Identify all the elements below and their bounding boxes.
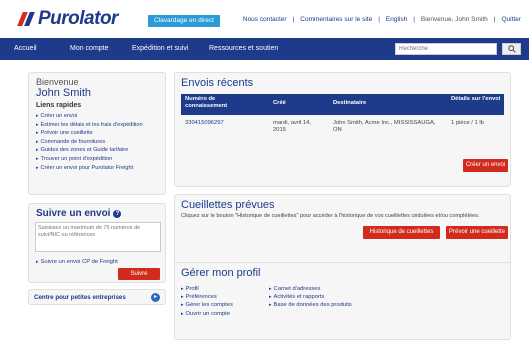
top-links: Nous contacter | Commentaires sur le sit… — [243, 16, 521, 23]
scheduled-pickups-panel: Cueillettes prévues Cliquez sur le bouto… — [174, 194, 511, 272]
nav-home[interactable]: Accueil — [14, 38, 37, 60]
profile-link[interactable]: Profil — [181, 285, 233, 293]
nav-shipping-tracking[interactable]: Expédition et suivi — [132, 38, 188, 60]
product-database-link[interactable]: Base de données des produits — [269, 301, 352, 309]
small-business-label: Centre pour petites entreprises — [34, 294, 126, 301]
quick-link-zone-guides[interactable]: Guides des zones et Guide tarifaire — [36, 146, 143, 155]
user-greeting: Bienvenue, John Smith — [420, 16, 488, 23]
separator: | — [292, 16, 295, 23]
tracking-number-input[interactable] — [35, 222, 161, 252]
arrow-right-icon: ▸ — [151, 293, 160, 302]
scheduled-pickups-title: Cueillettes prévues — [181, 199, 275, 211]
search-icon — [507, 45, 516, 53]
search-input[interactable] — [395, 43, 497, 55]
address-book-link[interactable]: Carnet d'adresses — [269, 285, 352, 293]
track-panel: Suivre un envoi ? Suivre un envoi CP de … — [28, 203, 166, 283]
live-chat-button[interactable]: Clavardage en direct — [148, 15, 220, 27]
logo-text: Purolator — [38, 8, 118, 29]
separator: | — [378, 16, 380, 23]
open-account-link[interactable]: Ouvrir un compte — [181, 310, 233, 318]
small-business-center[interactable]: Centre pour petites entreprises ▸ — [28, 289, 166, 305]
manage-profile-title: Gérer mon profil — [181, 267, 261, 279]
column-header-created: Créé — [273, 100, 286, 106]
separator: | — [413, 16, 415, 23]
language-link[interactable]: English — [386, 16, 407, 23]
search-button[interactable] — [502, 43, 521, 55]
quick-links-list: Créer un envoi Estimer les délais et les… — [36, 112, 143, 172]
profile-links-col1: Profil Préférences Gérer les comptes Ouv… — [181, 285, 233, 318]
track-button[interactable]: Suivre — [118, 268, 160, 280]
user-name: John Smith — [36, 87, 92, 99]
pickup-history-button[interactable]: Historique de cueillettes — [363, 226, 440, 239]
column-header-number: Numéro de connaissement — [185, 96, 228, 109]
schedule-pickup-button[interactable]: Prévoir une cueillette — [446, 226, 508, 239]
activities-reports-link[interactable]: Activités et rapports — [269, 293, 352, 301]
purolator-logo[interactable]: Purolator — [17, 8, 118, 30]
recent-shipments-title: Envois récents — [181, 77, 254, 89]
help-icon[interactable]: ? — [113, 209, 122, 218]
purolator-logo-icon — [17, 11, 36, 27]
separator: | — [493, 16, 496, 23]
welcome-panel: Bienvenue John Smith Liens rapides Créer… — [28, 72, 166, 195]
profile-links-col2: Carnet d'adresses Activités et rapports … — [269, 285, 352, 310]
shipment-number-link[interactable]: 330415096297 — [185, 120, 224, 127]
nav-resources-support[interactable]: Ressources et soutien — [209, 38, 278, 60]
manage-profile-panel: Gérer mon profil Profil Préférences Gére… — [174, 262, 511, 340]
nav-my-account[interactable]: Mon compte — [70, 38, 109, 60]
logout-link[interactable]: Quitter — [501, 16, 521, 23]
shipment-details: 1 pièce / 1 lb — [451, 120, 484, 126]
welcome-greeting: Bienvenue — [36, 77, 79, 87]
shipments-table-header: Numéro de connaissement Créé Destinatair… — [181, 94, 504, 115]
column-header-details: Détails sur l'envoi — [451, 96, 501, 102]
shipment-created: mardi, avril 14, 2015 — [273, 120, 312, 133]
track-freight-link[interactable]: Suivre un envoi CP de Freight — [36, 259, 118, 265]
shipment-recipient: John Smith, Acme Inc., MISSISSAUGA, ON — [333, 120, 436, 133]
pickups-description: Cliquez sur le bouton "Historique de cue… — [181, 213, 480, 219]
create-shipment-button[interactable]: Créer un envoi — [463, 159, 508, 172]
main-nav: Accueil Mon compte Expédition et suivi R… — [0, 38, 529, 60]
table-row: 330415096297 mardi, avril 14, 2015 John … — [181, 117, 504, 137]
quick-link-schedule-pickup[interactable]: Prévoir une cueillette — [36, 129, 143, 138]
quick-link-estimate[interactable]: Estimer les délais et les frais d'expédi… — [36, 121, 143, 130]
recent-shipments-panel: Envois récents Numéro de connaissement C… — [174, 72, 511, 187]
feedback-link[interactable]: Commentaires sur le site — [300, 16, 372, 23]
manage-accounts-link[interactable]: Gérer les comptes — [181, 301, 233, 309]
contact-link[interactable]: Nous contacter — [243, 16, 287, 23]
quick-link-create-shipment[interactable]: Créer un envoi — [36, 112, 143, 121]
track-title: Suivre un envoi ? — [36, 208, 122, 219]
quick-link-order-supplies[interactable]: Commande de fournitures — [36, 138, 143, 147]
quick-link-find-location[interactable]: Trouver un point d'expédition — [36, 155, 143, 164]
quick-links-title: Liens rapides — [36, 102, 82, 109]
preferences-link[interactable]: Préférences — [181, 293, 233, 301]
column-header-recipient: Destinataire — [333, 100, 367, 106]
quick-link-freight-shipment[interactable]: Créer un envoi pour Purolator Freight — [36, 164, 143, 173]
top-header: Purolator Clavardage en direct Nous cont… — [0, 0, 529, 38]
track-title-text: Suivre un envoi — [36, 208, 111, 219]
